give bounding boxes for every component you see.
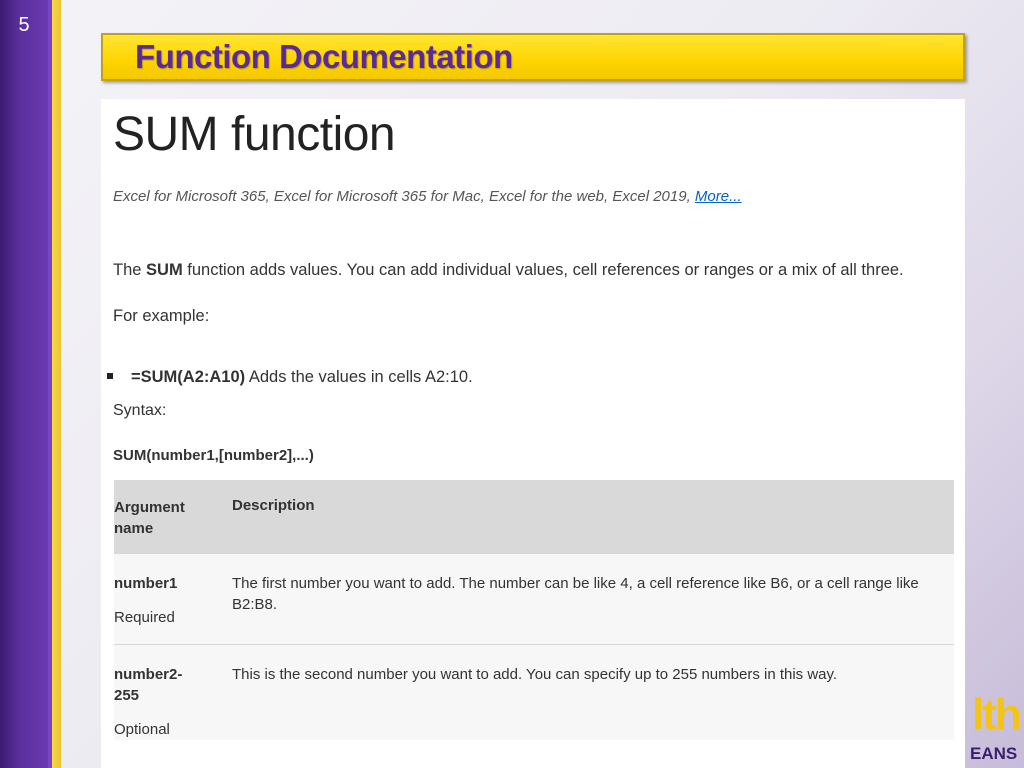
logo-fragment: lth EANS (968, 690, 1024, 768)
doc-heading: SUM function (113, 108, 396, 161)
header-argument-name-text: Argument name (114, 499, 185, 537)
intro-paragraph: The SUM function adds values. You can ad… (113, 261, 904, 280)
argument-name: number2-255 (114, 666, 183, 704)
syntax-formula: SUM(number1,[number2],...) (113, 447, 314, 464)
logo-word: lth (972, 690, 1022, 739)
intro-post: function adds values. You can add indivi… (182, 261, 904, 279)
applies-to-text: Excel for Microsoft 365, Excel for Micro… (113, 188, 691, 205)
slide-number: 5 (18, 14, 30, 36)
header-description-text: Description (232, 497, 315, 514)
documentation-screenshot: SUM function Excel for Microsoft 365, Ex… (101, 99, 965, 768)
description-cell: This is the second number you want to ad… (232, 644, 954, 740)
table-row: number1 Required The first number you wan… (114, 553, 954, 645)
header-argument-name: Argument name (114, 480, 232, 554)
argument-description: The first number you want to add. The nu… (232, 575, 919, 613)
intro-bold: SUM (146, 261, 183, 279)
example-bullet: =SUM(A2:A10) Adds the values in cells A2… (107, 368, 473, 387)
bullet-icon (107, 372, 113, 379)
slide-title: Function Documentation (135, 38, 513, 75)
arguments-table: Argument name Description number1 Require… (114, 480, 954, 740)
argument-cell: number2-255 Optional (114, 644, 232, 740)
more-link[interactable]: More... (695, 188, 742, 205)
argument-cell: number1 Required (114, 553, 232, 645)
header-description: Description (232, 480, 954, 554)
for-example-label: For example: (113, 307, 210, 325)
table-header-row: Argument name Description (114, 480, 954, 554)
syntax-label: Syntax: (113, 402, 167, 419)
logo-subtext: EANS (970, 744, 1018, 763)
example-formula: =SUM(A2:A10) (131, 368, 246, 386)
description-cell: The first number you want to add. The nu… (232, 553, 954, 645)
argument-requirement: Required (114, 609, 175, 626)
argument-name: number1 (114, 575, 178, 592)
sidebar-accent-stripe (52, 0, 61, 768)
slide-sidebar: 5 (0, 0, 52, 768)
applies-to-line: Excel for Microsoft 365, Excel for Micro… (113, 188, 742, 205)
intro-pre: The (113, 261, 147, 279)
argument-requirement: Optional (114, 721, 170, 738)
table-row: number2-255 Optional This is the second n… (114, 644, 954, 740)
argument-description: This is the second number you want to ad… (232, 666, 838, 683)
example-description: Adds the values in cells A2:10. (248, 368, 473, 386)
title-banner: Function Documentation (101, 33, 965, 81)
